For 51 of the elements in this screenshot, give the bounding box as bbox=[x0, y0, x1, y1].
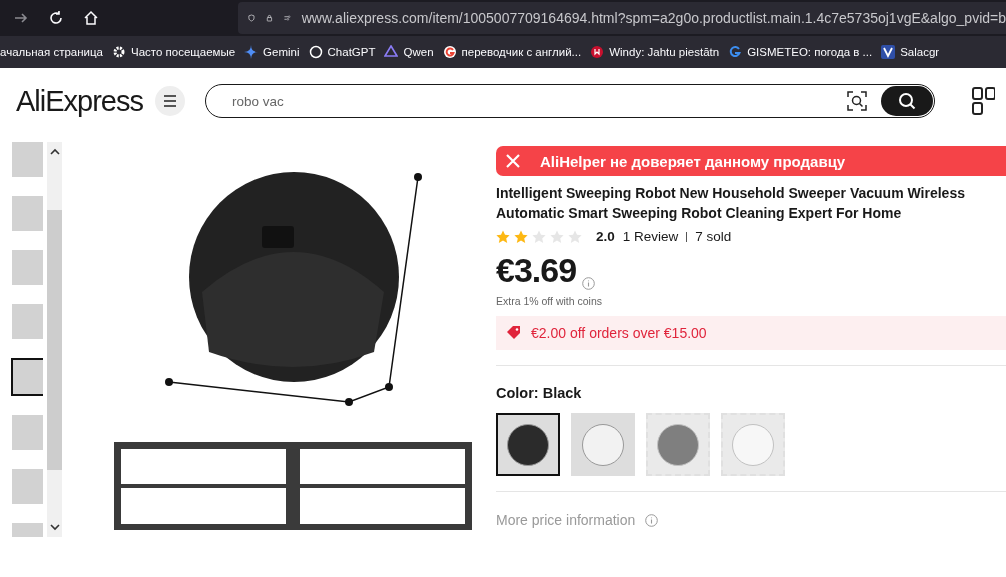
qr-code-icon[interactable] bbox=[971, 86, 995, 116]
bookmark-link[interactable]: GISMETEO: погода в ... bbox=[728, 45, 873, 59]
warning-text: AliHelper не доверяет данному продавцу bbox=[540, 152, 846, 170]
thumbnail-image[interactable] bbox=[12, 304, 43, 339]
thumbnail-image[interactable] bbox=[12, 250, 43, 285]
site-logo[interactable]: AliExpress bbox=[16, 84, 143, 118]
thumbnail-image[interactable] bbox=[11, 358, 43, 396]
tag-icon bbox=[506, 326, 522, 340]
circle-icon bbox=[590, 45, 605, 59]
product-title: Intelligent Sweeping Robot New Household Sweeper Vacuum Wireless Automatic Smart Sweeping Robot Cleaning Expert For Home bbox=[496, 184, 966, 223]
color-option[interactable] bbox=[571, 413, 635, 476]
rating-value: 2.0 bbox=[596, 229, 615, 244]
address-bar[interactable]: www.aliexpress.com/item/1005007709164694.html?spm=a2g0o.productlist.main.1.4c7e5735oj1vgE&algo_pvid=b bbox=[238, 2, 1006, 34]
g-logo-icon bbox=[442, 45, 457, 59]
bookmark-link[interactable]: Salacgr bbox=[881, 45, 940, 59]
bookmark-link[interactable]: переводчик с англий... bbox=[442, 45, 582, 59]
close-icon[interactable] bbox=[505, 153, 521, 169]
sold-count: 7 sold bbox=[695, 229, 732, 244]
scrollbar-thumb[interactable] bbox=[47, 209, 62, 470]
g-letter-icon bbox=[728, 45, 743, 59]
reviews-link[interactable]: 1 Review bbox=[622, 229, 679, 244]
scroll-up-icon[interactable] bbox=[49, 148, 60, 156]
thumbnail-image[interactable] bbox=[12, 469, 43, 504]
scroll-down-icon[interactable] bbox=[49, 523, 60, 531]
search-icon bbox=[898, 92, 916, 110]
color-label: Color: Black bbox=[496, 385, 583, 401]
bookmark-link[interactable]: Qwen bbox=[384, 45, 434, 59]
thumbnail-image[interactable] bbox=[12, 142, 43, 177]
v-logo-icon bbox=[881, 45, 896, 59]
bookmark-link[interactable]: Часто посещаемые bbox=[111, 45, 236, 59]
menu-icon bbox=[163, 95, 177, 107]
gear-icon bbox=[111, 45, 126, 59]
thumbnail-image[interactable] bbox=[12, 415, 43, 450]
home-icon[interactable] bbox=[83, 10, 99, 26]
coupon-text: €2.00 off orders over €15.00 bbox=[531, 325, 707, 341]
bookmark-link[interactable]: Windy: Jahtu piestātn bbox=[590, 45, 720, 59]
image-search-icon[interactable] bbox=[847, 91, 867, 111]
bookmark-link[interactable]: ачальная страница bbox=[0, 46, 103, 58]
search-button[interactable] bbox=[881, 86, 933, 116]
bookmark-link[interactable]: ChatGPT bbox=[308, 45, 376, 59]
bookmark-link[interactable]: Gemini bbox=[244, 45, 300, 59]
url-text: www.aliexpress.com/item/1005007709164694.html?spm=a2g0o.productlist.main.1.4c7e5735oj1vgE&algo_pvid=b bbox=[301, 10, 1006, 26]
color-option[interactable] bbox=[496, 413, 560, 476]
info-icon[interactable] bbox=[582, 277, 596, 290]
price: €3.69 bbox=[496, 251, 577, 290]
info-icon[interactable] bbox=[645, 513, 659, 527]
coins-note: Extra 1% off with coins bbox=[496, 295, 604, 307]
menu-button[interactable] bbox=[155, 86, 185, 116]
thumbnail-image[interactable] bbox=[12, 196, 43, 231]
search-field[interactable]: robo vac bbox=[205, 84, 935, 118]
reload-icon[interactable] bbox=[48, 10, 64, 26]
